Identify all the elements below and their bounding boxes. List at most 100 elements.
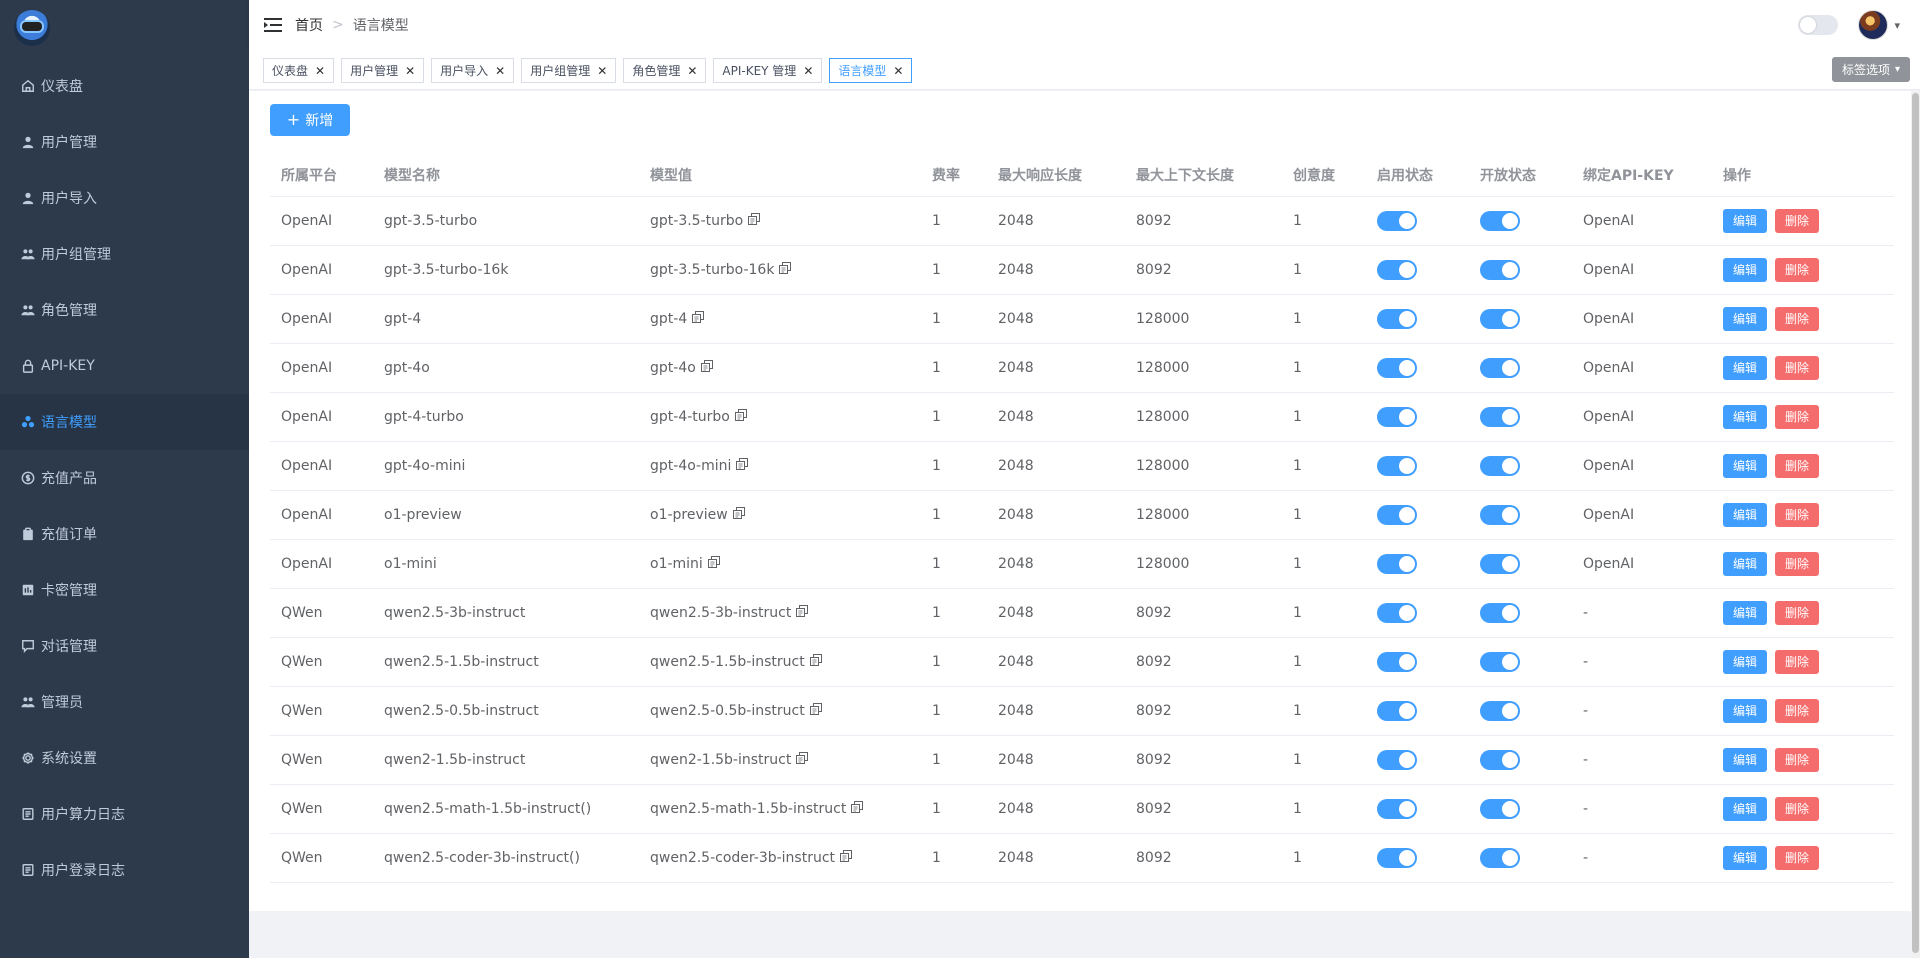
enabled-switch[interactable] <box>1377 847 1417 868</box>
close-icon[interactable]: ✕ <box>893 64 903 78</box>
edit-button[interactable]: 编辑 <box>1723 208 1768 233</box>
edit-button[interactable]: 编辑 <box>1723 404 1768 429</box>
theme-toggle-switch[interactable] <box>1798 15 1839 35</box>
delete-button[interactable]: 删除 <box>1775 600 1820 625</box>
open-switch[interactable] <box>1480 357 1520 378</box>
add-button[interactable]: + 新增 <box>270 104 350 136</box>
delete-button[interactable]: 删除 <box>1775 649 1820 674</box>
close-icon[interactable]: ✕ <box>803 64 813 78</box>
open-switch[interactable] <box>1480 798 1520 819</box>
open-switch[interactable] <box>1480 455 1520 476</box>
enabled-switch[interactable] <box>1377 455 1417 476</box>
close-icon[interactable]: ✕ <box>405 64 415 78</box>
sidebar-item-13[interactable]: 用户算力日志 <box>0 786 249 842</box>
open-switch[interactable] <box>1480 210 1520 231</box>
enabled-switch[interactable] <box>1377 210 1417 231</box>
enabled-switch[interactable] <box>1377 700 1417 721</box>
sidebar-item-0[interactable]: 仪表盘 <box>0 58 249 114</box>
delete-button[interactable]: 删除 <box>1775 796 1820 821</box>
delete-button[interactable]: 删除 <box>1775 208 1820 233</box>
avatar[interactable] <box>1858 10 1889 40</box>
enabled-switch[interactable] <box>1377 798 1417 819</box>
edit-button[interactable]: 编辑 <box>1723 306 1768 331</box>
copy-icon[interactable] <box>748 212 761 225</box>
delete-button[interactable]: 删除 <box>1775 747 1820 772</box>
tag-5[interactable]: API-KEY 管理 ✕ <box>713 58 823 83</box>
enabled-switch[interactable] <box>1377 749 1417 770</box>
copy-icon[interactable] <box>700 359 713 372</box>
scrollbar[interactable] <box>1911 91 1920 958</box>
copy-icon[interactable] <box>809 702 822 715</box>
delete-button[interactable]: 删除 <box>1775 306 1820 331</box>
enabled-switch[interactable] <box>1377 602 1417 623</box>
copy-icon[interactable] <box>692 310 705 323</box>
delete-button[interactable]: 删除 <box>1775 355 1820 380</box>
sidebar-item-4[interactable]: 角色管理 <box>0 282 249 338</box>
open-switch[interactable] <box>1480 651 1520 672</box>
tag-3[interactable]: 用户组管理 ✕ <box>521 58 617 83</box>
tag-0[interactable]: 仪表盘 ✕ <box>263 58 335 83</box>
delete-button[interactable]: 删除 <box>1775 551 1820 576</box>
edit-button[interactable]: 编辑 <box>1723 649 1768 674</box>
enabled-switch[interactable] <box>1377 553 1417 574</box>
edit-button[interactable]: 编辑 <box>1723 845 1768 870</box>
edit-button[interactable]: 编辑 <box>1723 747 1768 772</box>
breadcrumb-home[interactable]: 首页 <box>295 15 323 35</box>
open-switch[interactable] <box>1480 504 1520 525</box>
edit-button[interactable]: 编辑 <box>1723 698 1768 723</box>
sidebar-item-12[interactable]: 系统设置 <box>0 730 249 786</box>
sidebar-item-11[interactable]: 管理员 <box>0 674 249 730</box>
sidebar-item-9[interactable]: 卡密管理 <box>0 562 249 618</box>
sidebar-item-3[interactable]: 用户组管理 <box>0 226 249 282</box>
open-switch[interactable] <box>1480 553 1520 574</box>
edit-button[interactable]: 编辑 <box>1723 796 1768 821</box>
delete-button[interactable]: 删除 <box>1775 257 1820 282</box>
open-switch[interactable] <box>1480 700 1520 721</box>
enabled-switch[interactable] <box>1377 308 1417 329</box>
scrollbar-thumb[interactable] <box>1912 93 1919 953</box>
enabled-switch[interactable] <box>1377 259 1417 280</box>
sidebar-item-7[interactable]: 充值产品 <box>0 450 249 506</box>
copy-icon[interactable] <box>732 506 745 519</box>
close-icon[interactable]: ✕ <box>495 64 505 78</box>
sidebar-item-6[interactable]: 语言模型 <box>0 394 249 450</box>
tag-4[interactable]: 角色管理 ✕ <box>623 58 707 83</box>
open-switch[interactable] <box>1480 749 1520 770</box>
delete-button[interactable]: 删除 <box>1775 698 1820 723</box>
delete-button[interactable]: 删除 <box>1775 502 1820 527</box>
copy-icon[interactable] <box>734 408 747 421</box>
logo[interactable] <box>0 0 249 56</box>
copy-icon[interactable] <box>779 261 792 274</box>
close-icon[interactable]: ✕ <box>687 64 697 78</box>
sidebar-item-1[interactable]: 用户管理 <box>0 114 249 170</box>
delete-button[interactable]: 删除 <box>1775 845 1820 870</box>
sidebar-item-5[interactable]: API-KEY <box>0 338 249 394</box>
tag-6[interactable]: 语言模型 ✕ <box>829 58 913 83</box>
edit-button[interactable]: 编辑 <box>1723 453 1768 478</box>
close-icon[interactable]: ✕ <box>597 64 607 78</box>
sidebar-item-8[interactable]: 充值订单 <box>0 506 249 562</box>
copy-icon[interactable] <box>736 457 749 470</box>
copy-icon[interactable] <box>707 555 720 568</box>
enabled-switch[interactable] <box>1377 357 1417 378</box>
open-switch[interactable] <box>1480 602 1520 623</box>
chevron-down-icon[interactable]: ▾ <box>1894 19 1900 32</box>
copy-icon[interactable] <box>851 800 864 813</box>
hamburger-menu-icon[interactable] <box>263 15 283 35</box>
enabled-switch[interactable] <box>1377 504 1417 525</box>
edit-button[interactable]: 编辑 <box>1723 355 1768 380</box>
close-icon[interactable]: ✕ <box>315 64 325 78</box>
open-switch[interactable] <box>1480 308 1520 329</box>
enabled-switch[interactable] <box>1377 406 1417 427</box>
open-switch[interactable] <box>1480 847 1520 868</box>
enabled-switch[interactable] <box>1377 651 1417 672</box>
sidebar-item-2[interactable]: 用户导入 <box>0 170 249 226</box>
tag-options-button[interactable]: 标签选项 ▾ <box>1831 57 1910 82</box>
sidebar-item-14[interactable]: 用户登录日志 <box>0 842 249 898</box>
copy-icon[interactable] <box>796 604 809 617</box>
copy-icon[interactable] <box>809 653 822 666</box>
sidebar-item-10[interactable]: 对话管理 <box>0 618 249 674</box>
edit-button[interactable]: 编辑 <box>1723 502 1768 527</box>
tag-1[interactable]: 用户管理 ✕ <box>341 58 425 83</box>
open-switch[interactable] <box>1480 259 1520 280</box>
